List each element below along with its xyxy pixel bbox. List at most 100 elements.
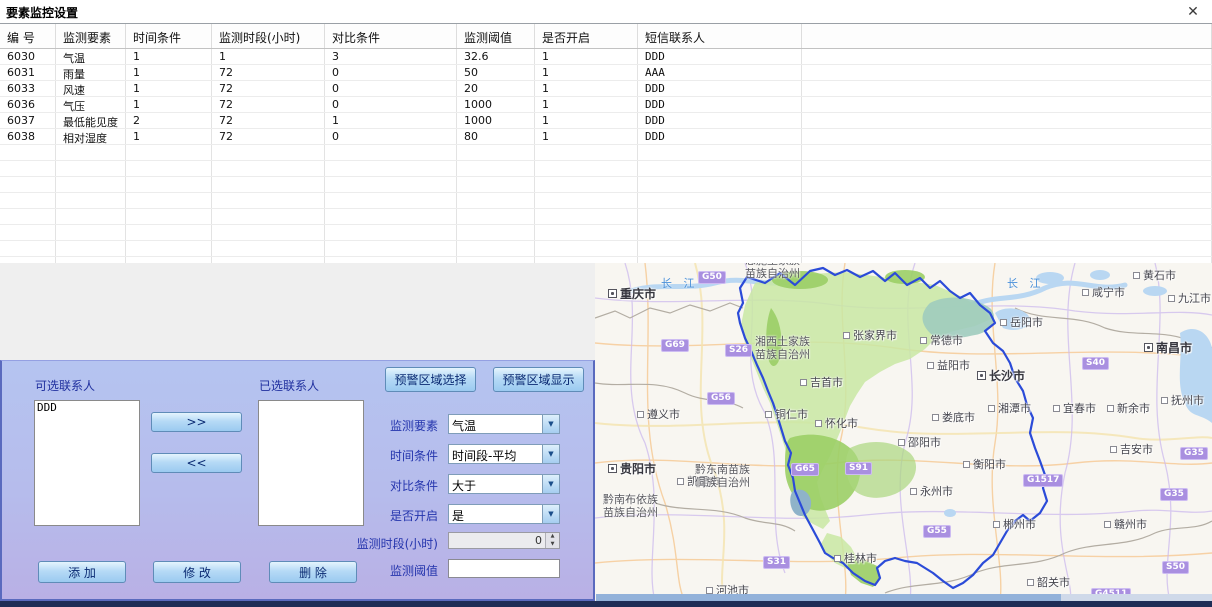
city-name: 益阳市 <box>937 357 970 373</box>
hours-spinner[interactable]: 0▲▼ <box>448 532 560 549</box>
table-cell <box>126 193 212 208</box>
city-label: 永州市 <box>910 483 953 499</box>
table-cell: 1 <box>535 81 638 96</box>
city-name: 桂林市 <box>844 550 877 566</box>
district-label: 湘西土家族苗族自治州 <box>755 335 810 361</box>
district-line2: 侗族自治州 <box>695 476 750 489</box>
field-combobox[interactable]: 大于▼ <box>448 474 560 494</box>
table-cell <box>638 241 802 256</box>
map-horizontal-scrollbar[interactable] <box>596 594 1212 601</box>
table-cell <box>56 225 126 240</box>
table-cell: 50 <box>457 65 535 80</box>
spinner-down-icon[interactable]: ▼ <box>546 541 559 549</box>
bottom-bar <box>0 601 1212 607</box>
city-label: 桂林市 <box>834 550 877 566</box>
table-row[interactable]: 6030气温11332.61DDD <box>0 49 1212 65</box>
table-cell <box>325 241 457 256</box>
table-row[interactable]: 6038相对湿度1720801DDD <box>0 129 1212 145</box>
map-view[interactable]: 重庆市黄石市咸宁市九江市岳阳市张家界市常德市益阳市南昌市长沙市吉首市遵义市铜仁市… <box>595 263 1212 601</box>
city-label: 咸宁市 <box>1082 284 1125 300</box>
column-header[interactable]: 对比条件 <box>325 24 457 48</box>
city-marker-icon <box>800 379 807 386</box>
table-cell: 0 <box>325 65 457 80</box>
city-marker-icon <box>765 411 772 418</box>
column-header[interactable]: 是否开启 <box>535 24 638 48</box>
city-marker-icon <box>963 461 970 468</box>
city-label: 岳阳市 <box>1000 314 1043 330</box>
column-header[interactable] <box>802 24 1212 48</box>
chevron-down-icon[interactable]: ▼ <box>542 445 559 463</box>
city-marker-icon <box>1107 405 1114 412</box>
table-cell: 72 <box>212 65 325 80</box>
table-cell: 72 <box>212 81 325 96</box>
table-cell <box>802 241 1212 256</box>
city-label: 重庆市 <box>608 285 656 302</box>
spinner-up-icon[interactable]: ▲ <box>546 533 559 541</box>
table-cell: 20 <box>457 81 535 96</box>
table-cell <box>535 209 638 224</box>
district-label: 黔东南苗族侗族自治州 <box>695 463 750 489</box>
city-marker-icon <box>993 521 1000 528</box>
city-name: 黄石市 <box>1143 267 1176 283</box>
table-row[interactable]: 6036气压172010001DDD <box>0 97 1212 113</box>
table-cell: 气温 <box>56 49 126 64</box>
table-cell: DDD <box>638 81 802 96</box>
field-combobox[interactable]: 气温▼ <box>448 414 560 434</box>
city-label: 韶关市 <box>1027 574 1070 590</box>
city-label: 吉首市 <box>800 374 843 390</box>
column-header[interactable]: 监测阈值 <box>457 24 535 48</box>
table-cell <box>535 225 638 240</box>
table-row[interactable]: 6033风速1720201DDD <box>0 81 1212 97</box>
city-name: 湘潭市 <box>998 400 1031 416</box>
city-marker-icon <box>927 362 934 369</box>
table-cell <box>325 145 457 160</box>
table-row[interactable]: 6031雨量1720501AAA <box>0 65 1212 81</box>
table-cell <box>325 225 457 240</box>
city-name: 抚州市 <box>1171 392 1204 408</box>
chevron-down-icon[interactable]: ▼ <box>542 505 559 523</box>
district-label: 恩施土家族苗族自治州 <box>745 263 800 280</box>
table-cell: 6031 <box>0 65 56 80</box>
table-cell <box>535 177 638 192</box>
table-cell <box>802 49 1212 64</box>
chevron-down-icon[interactable]: ▼ <box>542 415 559 433</box>
city-marker-icon <box>834 555 841 562</box>
monitor-settings-table: 编 号监测要素时间条件监测时段(小时)对比条件监测阈值是否开启短信联系人 603… <box>0 23 1212 264</box>
table-cell <box>802 177 1212 192</box>
table-cell: 72 <box>212 129 325 144</box>
city-marker-icon <box>1104 521 1111 528</box>
city-label: 长沙市 <box>977 367 1025 384</box>
city-name: 张家界市 <box>853 327 897 343</box>
city-marker-icon <box>1110 446 1117 453</box>
table-cell: 1 <box>126 81 212 96</box>
city-marker-icon <box>920 337 927 344</box>
column-header[interactable]: 监测时段(小时) <box>212 24 325 48</box>
chevron-down-icon[interactable]: ▼ <box>542 475 559 493</box>
column-header[interactable]: 编 号 <box>0 24 56 48</box>
table-cell <box>212 225 325 240</box>
close-icon[interactable]: ✕ <box>1184 3 1202 21</box>
threshold-input[interactable] <box>448 559 560 578</box>
field-combobox[interactable]: 时间段-平均▼ <box>448 444 560 464</box>
column-header[interactable]: 监测要素 <box>56 24 126 48</box>
city-name: 南昌市 <box>1156 339 1192 356</box>
spinner-arrows[interactable]: ▲▼ <box>545 533 559 548</box>
district-line2: 苗族自治州 <box>755 348 810 361</box>
table-row[interactable]: 6037最低能见度272110001DDD <box>0 113 1212 129</box>
table-row-empty <box>0 225 1212 241</box>
road-badge: G56 <box>707 392 735 405</box>
table-cell: 6030 <box>0 49 56 64</box>
road-badge: S26 <box>725 344 752 357</box>
column-header[interactable]: 短信联系人 <box>638 24 802 48</box>
column-header[interactable]: 时间条件 <box>126 24 212 48</box>
field-combobox[interactable]: 是▼ <box>448 504 560 524</box>
city-marker-icon <box>977 371 986 380</box>
table-cell: 0 <box>325 81 457 96</box>
table-cell: 6037 <box>0 113 56 128</box>
scrollbar-thumb[interactable] <box>596 594 1061 601</box>
table-cell <box>535 193 638 208</box>
field-label: 监测时段(小时) <box>320 535 438 552</box>
city-label: 宜春市 <box>1053 400 1096 416</box>
field-label: 监测要素 <box>320 417 438 434</box>
city-name: 咸宁市 <box>1092 284 1125 300</box>
